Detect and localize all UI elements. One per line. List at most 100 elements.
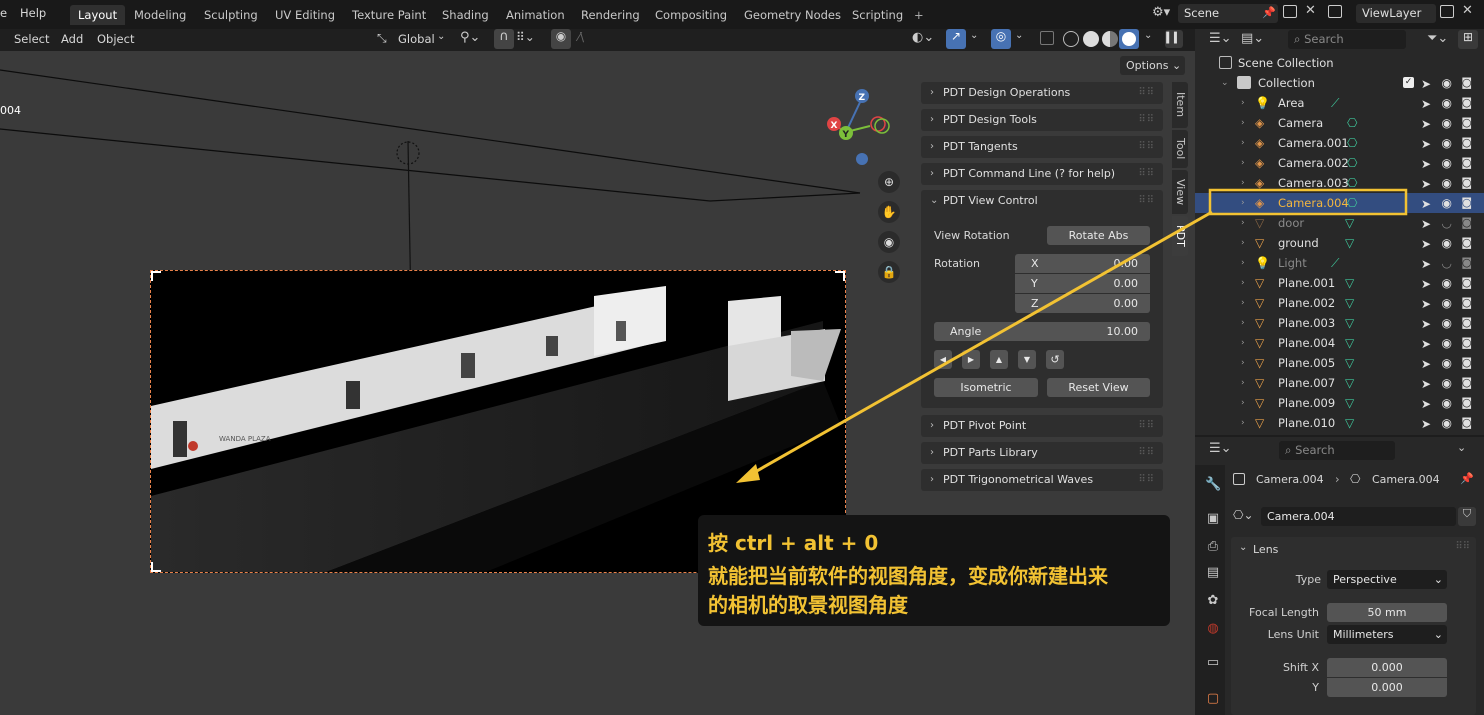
eye-icon[interactable]: ◉ (1442, 233, 1452, 253)
panel-pdt-pivot-point[interactable]: › PDT Pivot Point ⠿⠿ (921, 415, 1163, 437)
outliner-item[interactable]: › ◈ Camera ⎔ ➤ ◉ ◙ (1195, 113, 1484, 133)
rotation-x-field[interactable]: X 0.00 (1015, 254, 1150, 273)
drag-handle-icon[interactable]: ⠿⠿ (1138, 469, 1155, 491)
chevron-right-icon[interactable]: › (1241, 233, 1245, 253)
render-camera-icon[interactable]: ◙ (1461, 133, 1472, 153)
select-arrow-icon[interactable]: ➤ (1421, 174, 1431, 194)
render-camera-icon[interactable]: ◙ (1461, 313, 1472, 333)
panel-header[interactable]: ⌄ PDT View Control ⠿⠿ (921, 190, 1163, 212)
chevron-right-icon[interactable]: › (1241, 313, 1245, 333)
scene-icon[interactable]: ✿ (1205, 593, 1221, 609)
outliner-item[interactable]: › 💡 Area ⟋ ➤ ◉ ◙ (1195, 93, 1484, 113)
chevron-right-icon[interactable]: › (1241, 153, 1245, 173)
panel-pdt-design-tools[interactable]: › PDT Design Tools ⠿⠿ (921, 109, 1163, 131)
chevron-down-icon[interactable]: ⌄ (1239, 542, 1247, 553)
overlay-icon[interactable]: ◎ (991, 29, 1011, 49)
render-camera-icon[interactable]: ◙ (1461, 253, 1472, 273)
select-arrow-icon[interactable]: ➤ (1421, 374, 1431, 394)
close-view-layer-icon[interactable]: ✕ (1462, 3, 1473, 18)
render-camera-icon[interactable]: ◙ (1461, 413, 1472, 433)
camera-data-icon[interactable]: ⎔ (1347, 113, 1357, 133)
camera-data-icon[interactable]: ⎔ (1347, 133, 1357, 153)
outliner-item[interactable]: › ▽ door ▽ ➤ ◡ ◙ (1195, 213, 1484, 233)
eye-icon[interactable]: ◉ (1442, 293, 1452, 313)
rotate-down-button[interactable]: ▼ (1018, 350, 1036, 369)
eye-icon[interactable]: ◉ (1442, 313, 1452, 333)
panel-pdt-parts-library[interactable]: › PDT Parts Library ⠿⠿ (921, 442, 1163, 464)
chevron-down-icon[interactable]: ⌄ (970, 30, 978, 41)
eye-icon[interactable]: ◉ (1442, 393, 1452, 413)
select-arrow-icon[interactable]: ➤ (1421, 274, 1431, 294)
drag-handle-icon[interactable]: ⠿⠿ (1138, 163, 1155, 185)
select-arrow-icon[interactable]: ➤ (1421, 114, 1431, 134)
snap-target-icon[interactable]: ⠿⌄ (516, 30, 535, 44)
mesh-data-icon[interactable]: ▽ (1345, 353, 1354, 373)
menu-edit[interactable]: e (0, 6, 7, 20)
collection-row[interactable]: ⌄ Collection ✓ ➤ ◉ ◙ (1195, 73, 1484, 93)
eye-icon[interactable]: ◉ (1442, 193, 1452, 213)
display-mode-icon[interactable]: ▤⌄ (1241, 31, 1264, 46)
menu-object[interactable]: Object (97, 32, 134, 46)
pan-hand-icon[interactable]: ✋ (878, 201, 900, 223)
render-camera-icon[interactable]: ◙ (1461, 93, 1472, 113)
outliner-item[interactable]: › ◈ Camera.004 ⎔ ➤ ◉ ◙ (1195, 193, 1484, 213)
camera-data-icon[interactable]: ⎔ (1347, 173, 1357, 193)
lock-icon[interactable]: 🔒 (878, 261, 900, 283)
render-camera-icon[interactable]: ◙ (1461, 293, 1472, 313)
select-arrow-icon[interactable]: ➤ (1421, 194, 1431, 214)
tab-tool[interactable]: Tool (1172, 130, 1188, 168)
rotation-y-field[interactable]: Y 0.00 (1015, 274, 1150, 293)
panel-pdt-trigonometrical-waves[interactable]: › PDT Trigonometrical Waves ⠿⠿ (921, 469, 1163, 491)
mesh-data-icon[interactable]: ▽ (1345, 373, 1354, 393)
outliner-item[interactable]: › ▽ Plane.007 ▽ ➤ ◉ ◙ (1195, 373, 1484, 393)
shift-y-field[interactable]: 0.000 (1327, 678, 1447, 697)
rotate-left-button[interactable]: ◀ (934, 350, 952, 369)
select-arrow-icon[interactable]: ➤ (1421, 134, 1431, 154)
camera-view-icon[interactable]: ◉ (878, 231, 900, 253)
tab-shading[interactable]: Shading (434, 5, 497, 25)
menu-add[interactable]: Add (61, 32, 83, 46)
select-arrow-icon[interactable]: ➤ (1421, 294, 1431, 314)
chevron-down-icon[interactable]: ⌄ (1144, 30, 1152, 41)
tab-sculpting[interactable]: Sculpting (196, 5, 266, 25)
chevron-down-icon[interactable]: ⌄ (437, 31, 445, 42)
rotation-z-field[interactable]: Z 0.00 (1015, 294, 1150, 313)
world-icon[interactable]: ◍ (1205, 621, 1221, 637)
new-view-layer-icon[interactable] (1440, 5, 1454, 18)
menu-help[interactable]: Help (20, 6, 46, 20)
eye-closed-icon[interactable]: ◡ (1442, 253, 1452, 273)
mesh-data-icon[interactable]: ▽ (1345, 233, 1354, 253)
proportional-edit-icon[interactable]: ◉ (551, 29, 571, 49)
solid-shading-icon[interactable] (1083, 31, 1099, 47)
eye-closed-icon[interactable]: ◡ (1442, 213, 1452, 233)
material-shading-icon[interactable] (1102, 31, 1118, 47)
gizmo-icon[interactable]: ↗ (946, 29, 966, 49)
add-workspace-button[interactable]: + (906, 5, 932, 25)
isometric-button[interactable]: Isometric (934, 378, 1038, 397)
panel-pdt-tangents[interactable]: › PDT Tangents ⠿⠿ (921, 136, 1163, 158)
select-arrow-icon[interactable]: ➤ (1421, 74, 1431, 94)
output-icon[interactable]: ⎙ (1205, 539, 1221, 555)
chevron-right-icon[interactable]: › (1241, 193, 1245, 213)
filter-icon[interactable]: ⏷⌄ (1427, 31, 1448, 46)
object-icon[interactable]: ▢ (1205, 691, 1221, 707)
render-camera-icon[interactable]: ◙ (1461, 173, 1472, 193)
xray-icon[interactable] (1040, 31, 1054, 45)
tab-compositing[interactable]: Compositing (647, 5, 735, 25)
eye-icon[interactable]: ◉ (1442, 373, 1452, 393)
render-camera-icon[interactable]: ◙ (1461, 73, 1472, 93)
mesh-data-icon[interactable]: ▽ (1345, 333, 1354, 353)
chevron-right-icon[interactable]: › (1241, 413, 1245, 433)
mesh-data-icon[interactable]: ▽ (1345, 293, 1354, 313)
wireframe-shading-icon[interactable] (1063, 31, 1079, 47)
drag-handle-icon[interactable]: ⠿⠿ (1138, 82, 1155, 104)
view-layer-icon[interactable] (1328, 5, 1342, 18)
render-camera-icon[interactable]: ◙ (1461, 273, 1472, 293)
outliner-item[interactable]: › ▽ Plane.001 ▽ ➤ ◉ ◙ (1195, 273, 1484, 293)
reset-rotation-icon[interactable]: ↺ (1046, 350, 1064, 369)
transform-orientation-dropdown[interactable]: Global (398, 32, 435, 46)
outliner-item[interactable]: › ▽ Plane.003 ▽ ➤ ◉ ◙ (1195, 313, 1484, 333)
render-camera-icon[interactable]: ◙ (1461, 333, 1472, 353)
mesh-data-icon[interactable]: ▽ (1345, 213, 1354, 233)
mesh-data-icon[interactable]: ▽ (1345, 393, 1354, 413)
